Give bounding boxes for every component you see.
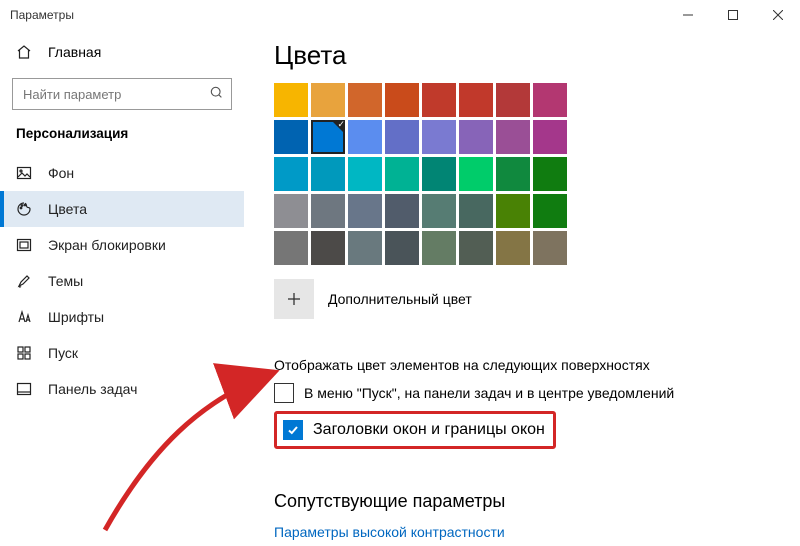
color-swatch[interactable]: ✓ [311,120,345,154]
highlight-annotation: Заголовки окон и границы окон [274,411,556,449]
color-swatch[interactable] [496,194,530,228]
color-swatch[interactable] [533,194,567,228]
sidebar-item-label: Пуск [48,345,78,361]
color-swatch[interactable] [533,231,567,265]
palette-icon [16,201,32,217]
color-swatch[interactable] [533,157,567,191]
color-swatch[interactable] [274,194,308,228]
color-swatch[interactable] [422,157,456,191]
sidebar-home-label: Главная [48,44,101,60]
grid-icon [16,345,32,361]
minimize-button[interactable] [665,0,710,30]
checkbox-title-bars[interactable] [283,420,303,440]
color-swatch[interactable] [385,194,419,228]
color-swatch[interactable] [422,120,456,154]
window-title: Параметры [10,8,74,22]
color-swatch[interactable] [496,231,530,265]
color-swatch[interactable] [459,120,493,154]
sidebar-item-background[interactable]: Фон [0,155,244,191]
custom-color-label: Дополнительный цвет [328,291,472,307]
sidebar-item-lockscreen[interactable]: Экран блокировки [0,227,244,263]
color-swatch[interactable] [459,194,493,228]
color-swatch[interactable] [385,231,419,265]
color-swatch[interactable] [348,83,382,117]
title-bar: Параметры [0,0,800,30]
sidebar: Главная Персонализация Фон Цвета Экран бло… [0,30,244,546]
checkbox-start-menu[interactable] [274,383,294,403]
sidebar-item-label: Цвета [48,201,87,217]
checkbox-start-label: В меню "Пуск", на панели задач и в центр… [304,385,674,401]
color-swatch[interactable] [274,157,308,191]
sidebar-item-colors[interactable]: Цвета [0,191,244,227]
link-high-contrast[interactable]: Параметры высокой контрастности [274,524,800,540]
sidebar-item-label: Темы [48,273,83,289]
sidebar-item-label: Экран блокировки [48,237,166,253]
home-icon [16,44,32,60]
sidebar-item-taskbar[interactable]: Панель задач [0,371,244,407]
color-swatch[interactable] [459,157,493,191]
page-title: Цвета [274,40,800,71]
color-swatch[interactable] [348,194,382,228]
color-swatch[interactable] [311,194,345,228]
color-swatch[interactable] [274,83,308,117]
close-button[interactable] [755,0,800,30]
content-area: Цвета ✓ Дополнительный цвет Отображать ц… [244,30,800,546]
color-swatch[interactable] [533,83,567,117]
color-swatch[interactable] [348,231,382,265]
sidebar-item-label: Фон [48,165,74,181]
color-swatch[interactable] [385,120,419,154]
checkbox-titlebar-label: Заголовки окон и границы окон [313,421,545,439]
color-swatch[interactable] [385,157,419,191]
custom-color-button[interactable] [274,279,314,319]
sidebar-item-start[interactable]: Пуск [0,335,244,371]
color-swatch[interactable] [348,157,382,191]
taskbar-icon [16,381,32,397]
color-swatch[interactable] [496,83,530,117]
color-swatch[interactable] [274,120,308,154]
picture-icon [16,165,32,181]
sidebar-item-fonts[interactable]: Шрифты [0,299,244,335]
color-swatch[interactable] [533,120,567,154]
sidebar-section-title: Персонализация [0,122,244,155]
color-grid: ✓ [274,83,800,265]
related-settings-title: Сопутствующие параметры [274,491,800,512]
color-swatch[interactable] [274,231,308,265]
color-swatch[interactable] [311,83,345,117]
brush-icon [16,273,32,289]
color-swatch[interactable] [348,120,382,154]
color-swatch[interactable] [311,157,345,191]
sidebar-item-label: Шрифты [48,309,104,325]
color-swatch[interactable] [496,120,530,154]
search-icon [210,86,224,105]
color-swatch[interactable] [496,157,530,191]
color-swatch[interactable] [385,83,419,117]
search-box [12,78,232,110]
sidebar-item-themes[interactable]: Темы [0,263,244,299]
window-controls [665,0,800,30]
color-swatch[interactable] [459,83,493,117]
color-swatch[interactable] [422,231,456,265]
sidebar-home[interactable]: Главная [0,34,244,70]
color-swatch[interactable] [422,83,456,117]
color-swatch[interactable] [311,231,345,265]
frame-icon [16,237,32,253]
search-input[interactable] [12,78,232,110]
color-swatch[interactable] [422,194,456,228]
maximize-button[interactable] [710,0,755,30]
surfaces-label: Отображать цвет элементов на следующих п… [274,357,800,373]
color-swatch[interactable] [459,231,493,265]
sidebar-item-label: Панель задач [48,381,137,397]
fonts-icon [16,309,32,325]
